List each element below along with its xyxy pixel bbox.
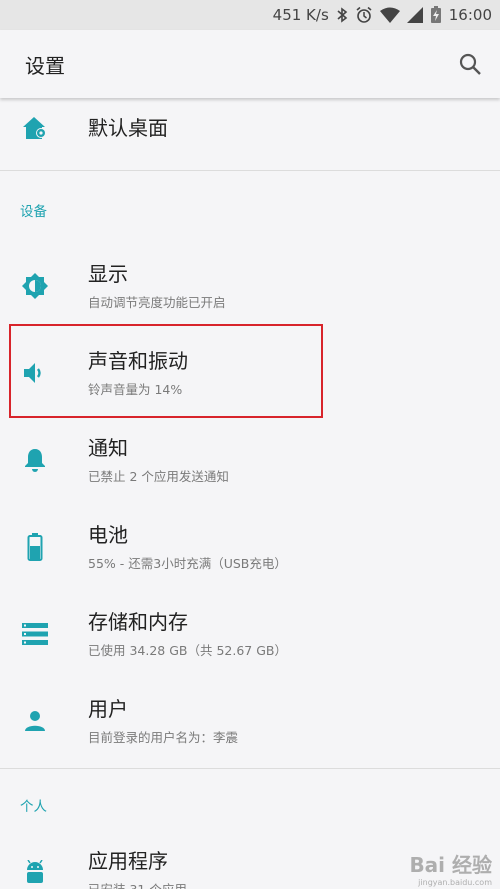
setting-item-battery[interactable]: 电池 55% - 还需3小时充满（USB充电） — [0, 503, 500, 590]
storage-icon — [20, 619, 50, 649]
home-gear-icon — [20, 113, 50, 143]
watermark-url: jingyan.baidu.com — [418, 878, 492, 887]
android-icon — [20, 858, 50, 888]
page-title: 设置 — [25, 53, 65, 78]
setting-item-users[interactable]: 用户 目前登录的用户名为：李震 — [0, 677, 500, 764]
brightness-icon — [20, 271, 50, 301]
battery-icon — [20, 532, 50, 562]
setting-subtitle: 55% - 还需3小时充满（USB充电） — [88, 555, 287, 571]
setting-subtitle: 自动调节亮度功能已开启 — [88, 294, 226, 310]
bluetooth-icon — [337, 7, 348, 23]
setting-title: 显示 — [88, 261, 128, 286]
battery-charging-icon — [430, 6, 441, 23]
section-header-device: 设备 — [20, 204, 47, 220]
setting-title: 默认桌面 — [88, 116, 168, 140]
setting-title: 存储和内存 — [88, 609, 188, 634]
status-bar: 451 K/s 16:00 — [0, 0, 500, 30]
setting-subtitle: 已禁止 2 个应用发送通知 — [88, 468, 229, 484]
alarm-icon — [356, 6, 372, 23]
app-bar: 设置 — [0, 30, 500, 98]
highlight-box — [9, 324, 323, 418]
section-header-personal: 个人 — [20, 799, 47, 815]
setting-title: 用户 — [88, 696, 128, 721]
settings-list: 默认桌面 设备 显示 自动调节亮度功能已开启 声音和振动 铃声音量为 14% 通… — [0, 98, 500, 889]
person-icon — [20, 706, 50, 736]
setting-subtitle: 已使用 34.28 GB（共 52.67 GB） — [88, 642, 287, 658]
clock: 16:00 — [448, 6, 492, 24]
setting-item-default-launcher[interactable]: 默认桌面 — [0, 98, 500, 160]
setting-title: 通知 — [88, 435, 128, 460]
wifi-icon — [379, 7, 400, 23]
setting-subtitle: 目前登录的用户名为：李震 — [88, 729, 239, 745]
watermark: Bai 经验 jingyan.baidu.com — [409, 849, 492, 887]
setting-item-notifications[interactable]: 通知 已禁止 2 个应用发送通知 — [0, 416, 500, 503]
search-icon[interactable] — [458, 52, 482, 76]
signal-icon — [406, 7, 423, 23]
setting-title: 电池 — [88, 522, 128, 547]
network-speed: 451 K/s — [272, 6, 329, 24]
setting-item-display[interactable]: 显示 自动调节亮度功能已开启 — [0, 242, 500, 329]
setting-title: 应用程序 — [88, 848, 168, 873]
bell-icon — [20, 445, 50, 475]
setting-subtitle: 已安装 31 个应用 — [88, 881, 187, 889]
setting-item-storage[interactable]: 存储和内存 已使用 34.28 GB（共 52.67 GB） — [0, 590, 500, 677]
watermark-brand: Bai 经验 — [409, 853, 492, 877]
